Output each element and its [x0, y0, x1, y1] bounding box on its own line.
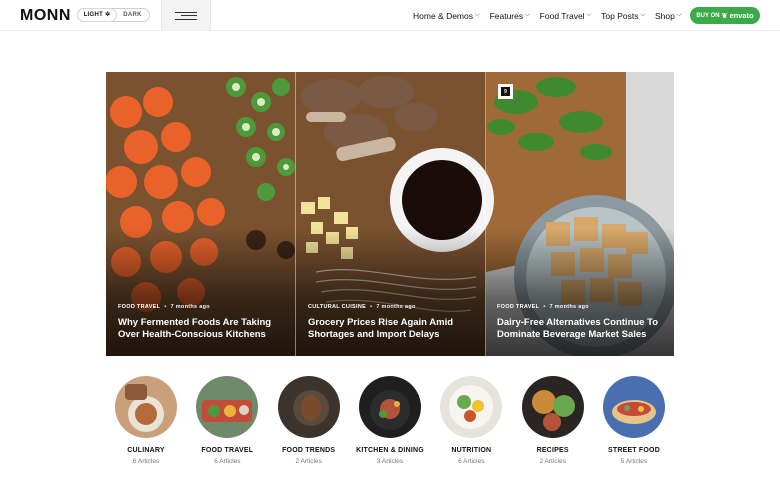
category-thumbnail[interactable]	[440, 376, 503, 438]
category-name: FOOD TRAVEL	[201, 447, 254, 454]
nav-item-home-demos[interactable]: Home & Demos ⌵	[413, 11, 480, 21]
nav-item-label: Shop	[655, 10, 675, 21]
meta-dot: •	[370, 304, 373, 310]
hero-post-2[interactable]: CULTURAL CUISINE • 7 months ago Grocery …	[308, 304, 480, 340]
category-count: 2 Articles	[539, 458, 566, 465]
category-food-trends[interactable]: FOOD TRENDS 2 Articles	[277, 376, 340, 465]
post-title[interactable]: Dairy-Free Alternatives Continue To Domi…	[497, 317, 669, 340]
category-thumbnail[interactable]	[602, 376, 665, 438]
category-thumbnail[interactable]	[277, 376, 340, 438]
post-date: 7 months ago	[549, 304, 589, 310]
buy-prefix: BUY ON	[696, 12, 720, 19]
dark-mode-label: DARK	[123, 12, 142, 18]
chevron-down-icon: ⌵	[676, 12, 682, 18]
category-name: KITCHEN & DINING	[356, 447, 424, 454]
menu-button[interactable]	[161, 0, 211, 31]
site-header: MONN LIGHT ✲ DARK Home & Demos ⌵ Feature…	[0, 0, 780, 31]
category-name: CULINARY	[127, 447, 165, 454]
light-mode-label: LIGHT	[83, 12, 104, 18]
category-list: CULINARY 6 Articles FOOD TRAVEL 6 Articl…	[115, 376, 665, 465]
category-count: 6 Articles	[214, 458, 241, 465]
category-count: 3 Articles	[376, 458, 404, 465]
slide-divider	[485, 72, 486, 356]
hero-slider: 9 FOOD TRAVEL • 7 months ago Why Ferment…	[106, 72, 674, 356]
category-kitchen-dining[interactable]: KITCHEN & DINING 3 Articles	[356, 376, 424, 465]
category-name: STREET FOOD	[607, 447, 660, 454]
post-date: 7 months ago	[376, 304, 416, 310]
nav-item-label: Home & Demos	[413, 10, 473, 21]
post-category[interactable]: FOOD TRAVEL	[497, 304, 539, 310]
category-thumbnail[interactable]	[115, 376, 177, 438]
category-thumbnail[interactable]	[521, 376, 584, 438]
category-thumbnail[interactable]	[196, 376, 259, 438]
post-meta: FOOD TRAVEL • 7 months ago	[118, 304, 290, 310]
post-title[interactable]: Why Fermented Foods Are Taking Over Heal…	[118, 317, 290, 340]
nav-item-shop[interactable]: Shop ⌵	[655, 11, 681, 21]
post-title[interactable]: Grocery Prices Rise Again Amid Shortages…	[308, 317, 480, 340]
nav-item-food-travel[interactable]: Food Travel ⌵	[540, 11, 591, 21]
category-count: 5 Articles	[620, 458, 648, 465]
gallery-count: 9	[501, 87, 510, 96]
buy-on-envato-button[interactable]: BUY ON ❦ envato	[690, 7, 760, 24]
nav-item-features[interactable]: Features ⌵	[490, 11, 530, 21]
post-category[interactable]: FOOD TRAVEL	[118, 304, 160, 310]
meta-dot: •	[164, 304, 167, 310]
category-name: FOOD TRENDS	[282, 447, 336, 454]
hero-post-1[interactable]: FOOD TRAVEL • 7 months ago Why Fermented…	[118, 304, 290, 340]
main-nav: Home & Demos ⌵ Features ⌵ Food Travel ⌵ …	[413, 0, 681, 31]
envato-brand: envato	[729, 11, 754, 20]
category-count: 2 Articles	[295, 458, 322, 465]
chevron-down-icon: ⌵	[525, 12, 530, 18]
category-thumbnail[interactable]	[358, 376, 421, 438]
nav-item-label: Food Travel	[539, 10, 585, 21]
category-food-travel[interactable]: FOOD TRAVEL 6 Articles	[196, 376, 259, 465]
nav-item-label: Features	[489, 10, 524, 21]
post-date: 7 months ago	[170, 304, 210, 310]
chevron-down-icon: ⌵	[475, 12, 480, 18]
theme-toggle[interactable]: LIGHT ✲ DARK	[77, 8, 150, 22]
hero-post-3[interactable]: FOOD TRAVEL • 7 months ago Dairy-Free Al…	[497, 304, 669, 340]
category-count: 6 Articles	[458, 458, 485, 465]
meta-dot: •	[543, 304, 546, 310]
post-meta: CULTURAL CUISINE • 7 months ago	[308, 304, 480, 310]
post-meta: FOOD TRAVEL • 7 months ago	[497, 304, 669, 310]
slide-divider	[295, 72, 296, 356]
site-logo[interactable]: MONN	[20, 7, 71, 25]
post-category[interactable]: CULTURAL CUISINE	[308, 304, 366, 310]
sun-icon: ✲	[105, 12, 111, 18]
envato-leaf-icon: ❦	[721, 12, 728, 20]
category-nutrition[interactable]: NUTRITION 6 Articles	[440, 376, 503, 465]
category-count: 6 Articles	[132, 458, 160, 465]
category-name: RECIPES	[536, 447, 569, 454]
nav-item-top-posts[interactable]: Top Posts ⌵	[601, 11, 645, 21]
chevron-down-icon: ⌵	[586, 12, 592, 18]
dark-mode-option[interactable]: DARK	[116, 12, 149, 18]
category-name: NUTRITION	[451, 447, 492, 454]
category-recipes[interactable]: RECIPES 2 Articles	[521, 376, 584, 465]
category-culinary[interactable]: CULINARY 6 Articles	[115, 376, 177, 465]
chevron-down-icon: ⌵	[640, 12, 646, 18]
hamburger-icon	[175, 11, 197, 20]
light-mode-option[interactable]: LIGHT ✲	[78, 9, 116, 21]
gallery-count-badge: 9	[498, 84, 513, 99]
nav-item-label: Top Posts	[601, 10, 639, 21]
category-street-food[interactable]: STREET FOOD 5 Articles	[602, 376, 665, 465]
